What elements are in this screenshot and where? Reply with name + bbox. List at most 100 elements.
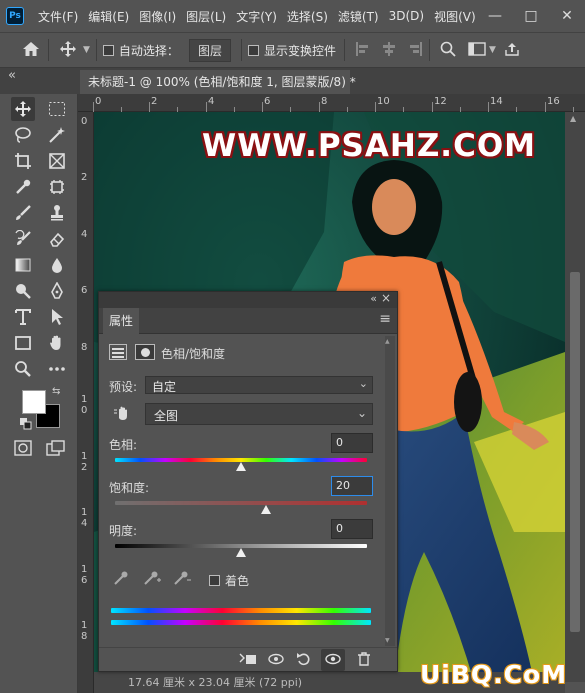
zoom-tool-icon[interactable] [11,357,35,381]
crop-tool-icon[interactable] [11,149,35,173]
collapse-toolbar-icon[interactable]: « [8,68,16,83]
panel-menu-icon[interactable]: ≡ [379,311,391,327]
ruler-tick: 4 [81,229,88,240]
panel-scrollbar[interactable]: ▲ ▼ [385,336,395,646]
search-icon[interactable] [440,41,456,60]
patch-tool-icon[interactable] [45,175,69,199]
maximize-button[interactable]: □ [513,8,549,24]
lightness-input[interactable]: 0 [331,519,373,539]
magic-wand-icon[interactable] [45,123,69,147]
more-tools-icon[interactable] [45,357,69,381]
hue-slider-thumb[interactable] [236,462,246,471]
hue-input[interactable]: 0 [331,433,373,453]
move-tool-icon[interactable] [59,40,79,61]
scroll-up-arrow-icon[interactable]: ▲ [570,114,576,123]
pen-tool-icon[interactable] [45,279,69,303]
show-transform-checkbox[interactable] [247,44,259,56]
brush-tool-icon[interactable] [11,201,35,225]
chevron-down-icon[interactable]: ▼ [489,45,496,55]
preset-dropdown[interactable]: 自定 ⌄ [145,376,373,394]
auto-select-checkbox[interactable] [102,44,114,56]
workspace-icon[interactable] [468,41,486,60]
menu-image[interactable]: 图像(I) [139,8,176,25]
close-window-button[interactable]: ✕ [549,8,585,24]
colorize-label: 着色 [225,574,250,588]
chevron-down-icon[interactable]: ▼ [83,45,90,55]
lightness-slider-thumb[interactable] [236,548,246,557]
swap-colors-icon[interactable]: ⇆ [52,386,60,397]
share-icon[interactable] [504,41,520,60]
minimize-button[interactable]: — [477,8,513,24]
menu-select[interactable]: 选择(S) [287,8,328,25]
toggle-visibility-icon[interactable] [321,649,345,671]
tab-properties[interactable]: 属性 [103,308,139,334]
targeted-adjustment-icon[interactable] [113,404,131,425]
type-tool-icon[interactable] [11,305,35,329]
auto-select-label: 自动选择： [118,43,179,58]
menu-edit[interactable]: 编辑(E) [88,8,129,25]
gradient-tool-icon[interactable] [11,253,35,277]
menu-file[interactable]: 文件(F) [38,8,78,25]
ruler-tick: 6 [81,285,88,296]
frame-tool-icon[interactable] [45,149,69,173]
scroll-thumb[interactable] [570,272,580,632]
align-left-icon[interactable] [355,41,371,60]
menu-layer[interactable]: 图层(L) [186,8,226,25]
align-right-icon[interactable] [407,41,423,60]
menu-3d[interactable]: 3D(D) [389,9,424,23]
eraser-tool-icon[interactable] [45,227,69,251]
eyedropper-icon[interactable] [113,570,129,589]
view-previous-state-icon[interactable] [267,652,285,668]
saturation-slider-thumb[interactable] [261,505,272,514]
rectangle-tool-icon[interactable] [11,331,35,355]
lightness-label: 明度: [109,524,138,538]
lasso-tool-icon[interactable] [11,123,35,147]
path-selection-icon[interactable] [45,305,69,329]
photoshop-logo-icon[interactable]: Ps [6,7,24,25]
chevron-down-icon: ⌄ [356,406,367,420]
quick-mask-icon[interactable] [14,440,32,459]
home-icon[interactable] [22,41,42,60]
eyedropper-minus-icon[interactable] [173,570,191,589]
panel-title-bar[interactable]: « × [99,291,397,308]
document-tab[interactable]: 未标题-1 @ 100% (色相/饱和度 1, 图层蒙版/8) * [80,70,356,94]
foreground-color-swatch[interactable] [22,390,46,414]
adjustment-title: 色相/饱和度 [161,347,226,361]
screen-mode-icon[interactable] [46,440,66,459]
menu-type[interactable]: 文字(Y) [236,8,277,25]
move-tool-icon[interactable] [11,97,35,121]
ruler-tick: 2 [81,172,88,183]
align-center-icon[interactable] [381,41,397,60]
reset-icon[interactable] [295,652,313,668]
dodge-tool-icon[interactable] [11,279,35,303]
panel-bottom-toolbar [99,647,397,671]
marquee-tool-icon[interactable] [45,97,69,121]
panel-tab-bar: ≡ [99,308,397,334]
range-dropdown[interactable]: 全图 ⌄ [145,403,373,425]
auto-select-target-dropdown[interactable]: 图层 [188,38,231,62]
menu-filter[interactable]: 滤镜(T) [338,8,379,25]
window-controls: — □ ✕ [477,0,585,32]
layer-mask-icon[interactable] [135,344,155,360]
adjustment-layer-icon[interactable] [109,344,127,360]
panel-collapse-icon[interactable]: « [370,292,377,305]
menu-bar: Ps 文件(F) 编辑(E) 图像(I) 图层(L) 文字(Y) 选择(S) 滤… [0,0,585,32]
default-colors-icon[interactable] [20,418,32,433]
vertical-scrollbar[interactable]: ▲ [565,112,585,682]
history-brush-icon[interactable] [11,227,35,251]
panel-close-icon[interactable]: × [381,291,391,305]
eyedropper-plus-icon[interactable] [143,570,161,589]
hue-range-bar-input [111,608,371,613]
hand-tool-icon[interactable] [45,331,69,355]
colorize-checkbox[interactable] [209,575,220,586]
ruler-tick: 1 4 [81,507,88,529]
stamp-tool-icon[interactable] [45,201,69,225]
eyedropper-tool-icon[interactable] [11,175,35,199]
menu-view[interactable]: 视图(V) [434,8,476,25]
saturation-slider-track[interactable] [115,501,367,505]
range-value: 全图 [154,409,179,423]
delete-icon[interactable] [355,652,373,668]
blur-tool-icon[interactable] [45,253,69,277]
saturation-input[interactable]: 20 [331,476,373,496]
clip-to-layer-icon[interactable] [239,652,257,668]
